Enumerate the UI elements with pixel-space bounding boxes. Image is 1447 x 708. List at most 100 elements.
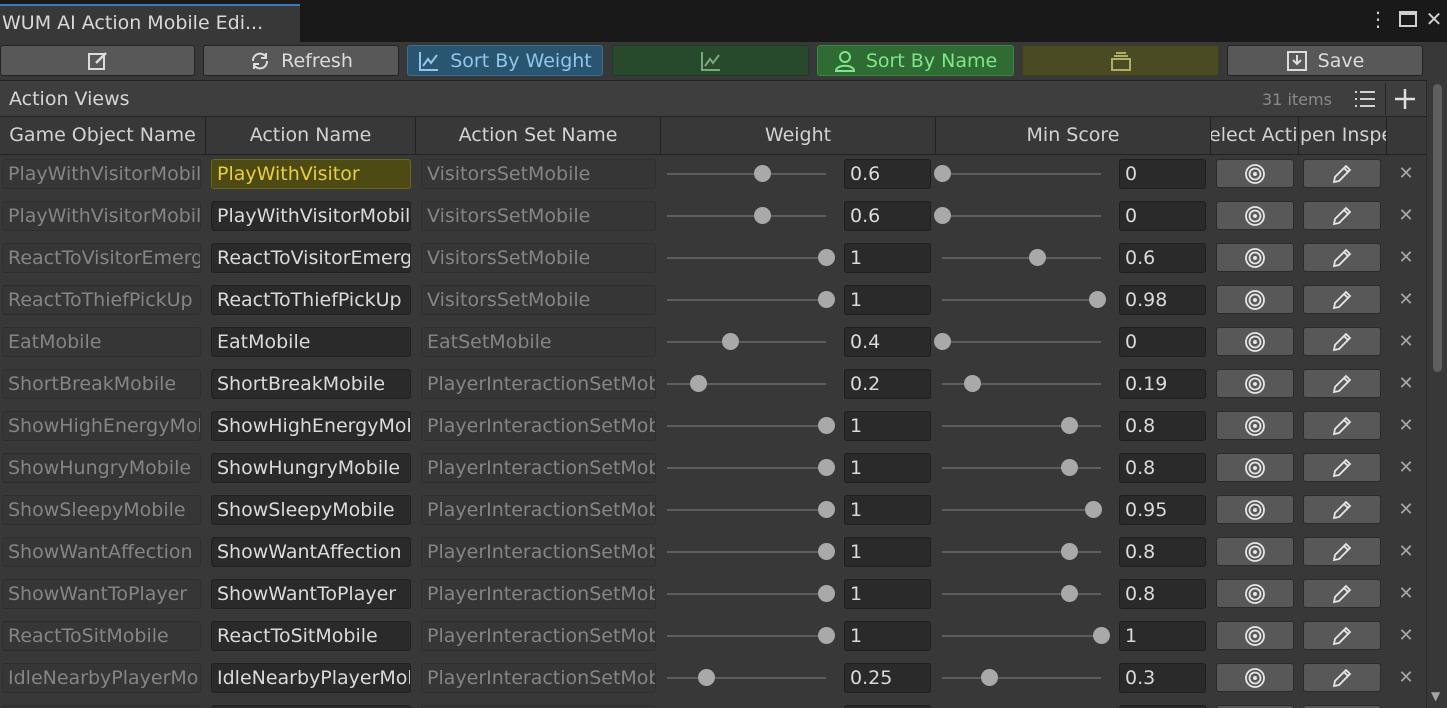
scroll-down-arrow-icon[interactable]: ▼ — [1431, 689, 1440, 703]
weight-slider-thumb[interactable] — [698, 669, 716, 686]
min-score-input[interactable]: 0.8 — [1119, 453, 1206, 483]
weight-input[interactable]: 1 — [844, 243, 931, 273]
weight-slider-track[interactable] — [667, 173, 826, 175]
open-inspector-button[interactable] — [1303, 327, 1381, 356]
action-set-name-field[interactable]: VisitorsSetMobile — [421, 285, 656, 315]
action-set-name-field[interactable]: VisitorsSetMobile — [421, 201, 656, 231]
game-object-name-field[interactable]: ReactToVisitorEmerge — [2, 243, 201, 273]
weight-slider-thumb[interactable] — [817, 585, 835, 602]
weight-slider-thumb[interactable] — [817, 249, 835, 266]
column-select-action[interactable]: Select Action — [1211, 117, 1299, 155]
weight-slider-track[interactable] — [667, 425, 826, 427]
weight-input[interactable]: 1 — [844, 495, 931, 525]
min-score-input[interactable]: 0.8 — [1119, 411, 1206, 441]
min-score-slider-thumb[interactable] — [963, 375, 981, 392]
close-window-icon[interactable]: ✕ — [1422, 6, 1446, 32]
min-score-input[interactable]: 0 — [1119, 201, 1206, 231]
weight-slider-track[interactable] — [667, 677, 826, 679]
window-tab[interactable]: WUM AI Action Mobile Edi... — [0, 4, 300, 42]
weight-slider-track[interactable] — [667, 467, 826, 469]
game-object-name-field[interactable]: ShortBreakMobile — [2, 369, 201, 399]
min-score-slider-thumb[interactable] — [1084, 501, 1102, 518]
action-set-name-field[interactable]: PlayerInteractionSetMobile — [421, 411, 656, 441]
action-set-name-field[interactable]: PlayerInteractionSetMobile — [421, 453, 656, 483]
open-inspector-button[interactable] — [1303, 411, 1381, 440]
action-set-name-field[interactable]: PlayerInteractionSetMobile — [421, 663, 656, 693]
remove-row-icon[interactable]: ✕ — [1396, 289, 1416, 311]
game-object-name-field[interactable]: ReactToSitMobile — [2, 621, 201, 651]
remove-row-icon[interactable]: ✕ — [1396, 541, 1416, 563]
column-weight[interactable]: Weight — [661, 117, 936, 155]
maximize-icon[interactable] — [1396, 6, 1420, 32]
min-score-slider-thumb[interactable] — [1092, 627, 1110, 644]
open-inspector-button[interactable] — [1303, 537, 1381, 566]
select-action-button[interactable] — [1216, 495, 1294, 524]
list-view-button[interactable] — [1346, 83, 1384, 115]
min-score-slider-thumb[interactable] — [981, 669, 999, 686]
column-open-inspector[interactable]: Open Inspector — [1299, 117, 1387, 155]
min-score-slider-track[interactable] — [942, 299, 1101, 301]
game-object-name-field[interactable]: ShowWantAffection — [2, 537, 201, 567]
weight-input[interactable]: 1 — [844, 285, 931, 315]
weight-slider-thumb[interactable] — [817, 543, 835, 560]
weight-slider-track[interactable] — [667, 215, 826, 217]
open-inspector-button[interactable] — [1303, 285, 1381, 314]
weight-input[interactable]: 0.4 — [844, 327, 931, 357]
weight-slider-track[interactable] — [667, 551, 826, 553]
min-score-slider-thumb[interactable] — [933, 333, 951, 350]
weight-input[interactable]: 0.6 — [844, 159, 931, 189]
remove-row-icon[interactable]: ✕ — [1396, 247, 1416, 269]
column-min-score[interactable]: Min Score — [936, 117, 1211, 155]
min-score-slider-thumb[interactable] — [1089, 291, 1107, 308]
game-object-name-field[interactable]: EatMobile — [2, 327, 201, 357]
weight-slider-track[interactable] — [667, 341, 826, 343]
remove-row-icon[interactable]: ✕ — [1396, 583, 1416, 605]
min-score-slider-track[interactable] — [942, 635, 1101, 637]
open-inspector-button[interactable] — [1303, 663, 1381, 692]
open-inspector-button[interactable] — [1303, 159, 1381, 188]
action-set-name-field[interactable]: PlayerInteractionSetMobile — [421, 495, 656, 525]
action-name-field[interactable]: PlayWithVisitorMobile — [211, 201, 411, 231]
action-set-name-field[interactable]: PlayerInteractionSetMobile — [421, 579, 656, 609]
weight-slider-thumb[interactable] — [817, 291, 835, 308]
game-object-name-field[interactable]: ShowWantToPlayer — [2, 579, 201, 609]
min-score-input[interactable]: 0 — [1119, 159, 1206, 189]
weight-slider-track[interactable] — [667, 299, 826, 301]
min-score-slider-track[interactable] — [942, 341, 1101, 343]
open-inspector-button[interactable] — [1303, 243, 1381, 272]
action-name-field[interactable]: EatMobile — [211, 327, 411, 357]
min-score-input[interactable]: 0.95 — [1119, 495, 1206, 525]
open-inspector-button[interactable] — [1303, 369, 1381, 398]
weight-input[interactable]: 1 — [844, 621, 931, 651]
remove-row-icon[interactable]: ✕ — [1396, 373, 1416, 395]
more-options-icon[interactable]: ⋮ — [1366, 6, 1390, 32]
open-inspector-button[interactable] — [1303, 201, 1381, 230]
min-score-slider-thumb[interactable] — [1060, 417, 1078, 434]
action-name-field[interactable]: IdleNearbyPlayerMobile — [211, 663, 411, 693]
vertical-scrollbar[interactable]: ▼ — [1426, 80, 1447, 708]
min-score-slider-thumb[interactable] — [1028, 249, 1046, 266]
weight-slider-thumb[interactable] — [817, 417, 835, 434]
weight-slider-thumb[interactable] — [817, 459, 835, 476]
remove-row-icon[interactable]: ✕ — [1396, 499, 1416, 521]
column-action-name[interactable]: Action Name — [206, 117, 416, 155]
action-name-field[interactable]: ShowWantToPlayer — [211, 579, 411, 609]
game-object-name-field[interactable]: PlayWithVisitorMobile — [2, 201, 201, 231]
action-set-name-field[interactable]: VisitorsSetMobile — [421, 243, 656, 273]
weight-input[interactable]: 1 — [844, 411, 931, 441]
game-object-name-field[interactable]: IdleNearbyPlayerMobile — [2, 663, 201, 693]
select-action-button[interactable] — [1216, 621, 1294, 650]
weight-slider-track[interactable] — [667, 509, 826, 511]
min-score-slider-track[interactable] — [942, 257, 1101, 259]
action-set-name-field[interactable]: PlayerInteractionSetMobile — [421, 621, 656, 651]
weight-slider-track[interactable] — [667, 257, 826, 259]
weight-slider-thumb[interactable] — [817, 627, 835, 644]
weight-slider-thumb[interactable] — [817, 501, 835, 518]
open-inspector-button[interactable] — [1303, 621, 1381, 650]
action-set-name-field[interactable]: VisitorsSetMobile — [421, 159, 656, 189]
weight-chart-button[interactable] — [612, 45, 809, 76]
select-action-button[interactable] — [1216, 369, 1294, 398]
action-set-name-field[interactable]: PlayerInteractionSetMobile — [421, 369, 656, 399]
select-action-button[interactable] — [1216, 327, 1294, 356]
min-score-slider-track[interactable] — [942, 173, 1101, 175]
